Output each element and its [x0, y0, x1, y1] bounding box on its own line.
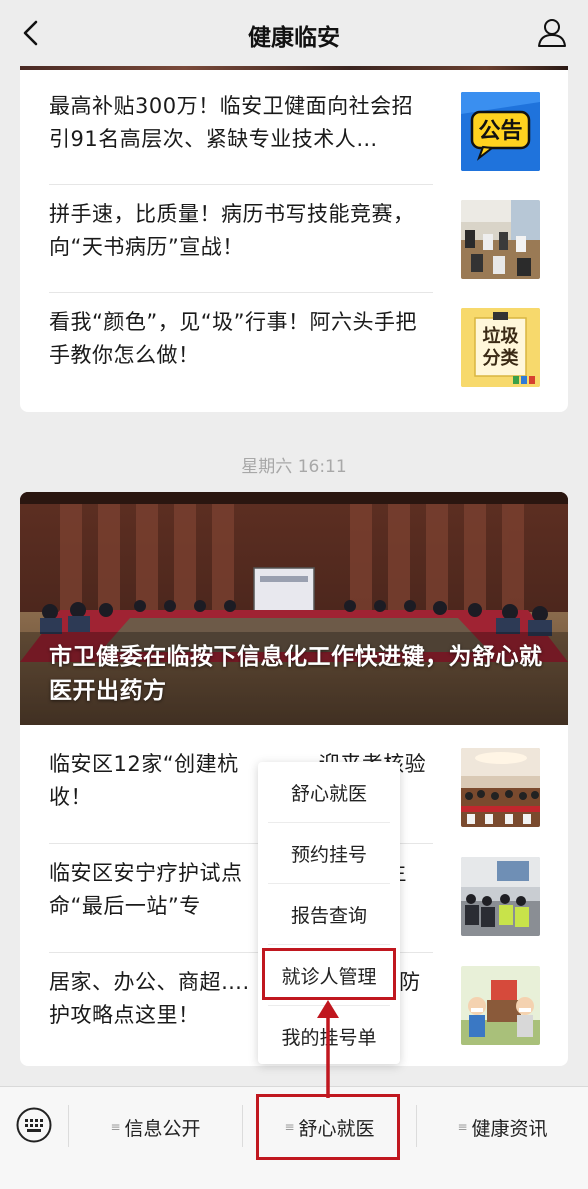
menu-lines-icon: ≡ — [284, 1120, 295, 1134]
menu-lines-icon: ≡ — [457, 1120, 468, 1134]
article-thumbnail — [461, 200, 540, 279]
cartoon-illustration — [461, 966, 540, 1045]
thumbnail-label: 公告 — [478, 119, 522, 144]
article-title-part: 居家、办公、商超…. — [49, 970, 250, 994]
submenu-item-report-query[interactable]: 报告查询 — [268, 884, 390, 944]
article-title: 最高补贴300万！临安卫健面向社会招引91名高层次、紧缺专业技术人… — [49, 94, 414, 151]
article-card-group: 最高补贴300万！临安卫健面向社会招引91名高层次、紧缺专业技术人… 公告 拼手… — [20, 52, 568, 412]
exam-room-photo — [461, 200, 540, 279]
garbage-sorting-thumbnail-image: 垃圾 分类 — [461, 308, 540, 387]
article-thumbnail — [461, 857, 540, 936]
thumbnail-label-1: 垃圾 — [483, 325, 520, 347]
article-title: 看我“颜色”，见“圾”行事！阿六头手把手教你怎么做！ — [49, 310, 418, 367]
article-title-part: 临安区安宁疗护试点 — [49, 861, 243, 885]
submenu-item-patient-management[interactable]: 就诊人管理 — [268, 945, 390, 1005]
article-thumbnail: 公告 — [461, 92, 540, 171]
tab-label: 健康资讯 — [471, 1117, 548, 1140]
top-nav-bar: 健康临安 — [0, 0, 588, 66]
message-timestamp: 星期六 16:11 — [241, 457, 347, 477]
tab-label: 信息公开 — [124, 1117, 201, 1140]
article-thumbnail — [461, 748, 540, 827]
annotation-arrow — [317, 1000, 339, 1098]
divider — [49, 292, 433, 293]
tab-shuxin-jiuyi[interactable]: ≡ 舒心就医 — [243, 1087, 416, 1167]
divider — [49, 184, 433, 185]
article-title: 拼手速，比质量！病历书写技能竞赛，向“天书病历”宣战！ — [49, 202, 415, 259]
hero-article[interactable]: 市卫健委在临按下信息化工作快进键，为舒心就医开出药方 — [20, 492, 568, 725]
tab-info-disclosure[interactable]: ≡ 信息公开 — [69, 1087, 242, 1167]
tab-health-news[interactable]: ≡ 健康资讯 — [417, 1087, 588, 1167]
article-title-part: 临安区12家“创建杭 — [49, 752, 239, 776]
hero-article-title: 市卫健委在临按下信息化工作快进键，为舒心就医开出药方 — [49, 644, 543, 704]
submenu-item-shuxin-jiuyi[interactable]: 舒心就医 — [268, 762, 390, 822]
announcement-thumbnail-image: 公告 — [461, 92, 540, 171]
bottom-menu-bar: ≡ 信息公开 ≡ 舒心就医 ≡ 健康资讯 — [0, 1086, 588, 1189]
article-item[interactable]: 看我“颜色”，见“圾”行事！阿六头手把手教你怎么做！ 垃圾 分类 — [20, 306, 568, 412]
keyboard-icon[interactable] — [16, 1107, 52, 1143]
page-title: 健康临安 — [248, 25, 340, 51]
meeting-hall-photo — [461, 748, 540, 827]
thumbnail-label-2: 分类 — [483, 347, 520, 369]
article-thumbnail: 垃圾 分类 — [461, 308, 540, 387]
tab-label: 舒心就医 — [298, 1117, 375, 1140]
article-thumbnail — [461, 966, 540, 1045]
training-session-photo — [461, 857, 540, 936]
menu-lines-icon: ≡ — [110, 1120, 121, 1134]
submenu-item-appointment[interactable]: 预约挂号 — [268, 823, 390, 883]
user-profile-icon[interactable] — [536, 16, 568, 48]
